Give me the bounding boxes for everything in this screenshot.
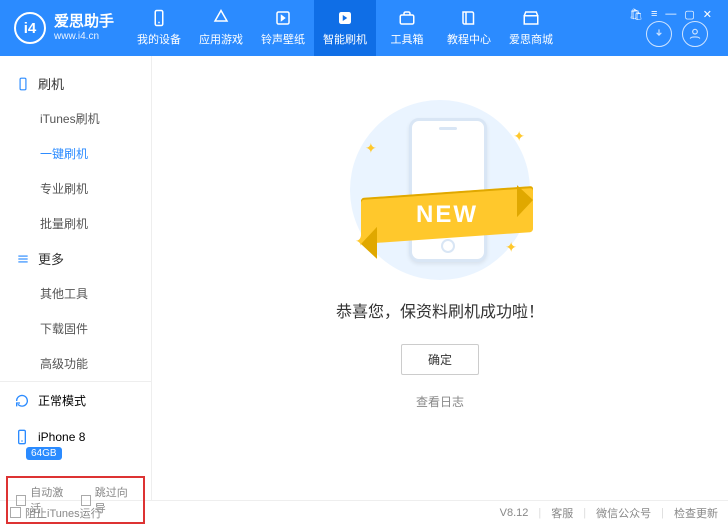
brand-logo-icon: i4 <box>14 12 46 44</box>
close-icon[interactable]: ✕ <box>703 8 712 21</box>
top-nav: 我的设备 应用游戏 铃声壁纸 智能刷机 工具箱 教程中心 爱思商城 <box>128 0 562 56</box>
sidebar-item-advanced[interactable]: 高级功能 <box>0 346 151 381</box>
storage-badge: 64GB <box>26 447 62 460</box>
success-message: 恭喜您，保资料刷机成功啦！ <box>152 298 728 322</box>
nav-store[interactable]: 爱思商城 <box>500 0 562 56</box>
sidebar-item-pro-flash[interactable]: 专业刷机 <box>0 171 151 206</box>
success-illustration: ✦ ✦ ✦ ✦ NEW <box>335 100 545 280</box>
phone-outline-icon <box>16 77 30 91</box>
store-icon <box>522 9 540 27</box>
checkbox-box-icon <box>10 507 21 518</box>
brand-title: 爱思助手 <box>54 14 114 31</box>
version-label: V8.12 <box>500 507 529 519</box>
flash-icon <box>336 9 354 27</box>
sidebar-item-oneclick-flash[interactable]: 一键刷机 <box>0 136 151 171</box>
nav-ringtone-wallpaper[interactable]: 铃声壁纸 <box>252 0 314 56</box>
ok-button[interactable]: 确定 <box>401 344 479 375</box>
header-bar: i4 爱思助手 www.i4.cn 我的设备 应用游戏 铃声壁纸 智能刷机 工具… <box>0 0 728 56</box>
footer-link-update[interactable]: 检查更新 <box>674 505 718 521</box>
nav-my-device[interactable]: 我的设备 <box>128 0 190 56</box>
nav-apps-games[interactable]: 应用游戏 <box>190 0 252 56</box>
nav-smart-flash[interactable]: 智能刷机 <box>314 0 376 56</box>
sparkle-icon: ✦ <box>365 140 377 157</box>
mode-card[interactable]: 正常模式 <box>0 382 151 419</box>
sidebar-item-download-firmware[interactable]: 下载固件 <box>0 311 151 346</box>
device-phone-icon <box>14 429 30 445</box>
minimize-icon[interactable]: — <box>665 8 676 21</box>
footer-link-wechat[interactable]: 微信公众号 <box>596 505 651 521</box>
nav-tutorials[interactable]: 教程中心 <box>438 0 500 56</box>
footer-link-support[interactable]: 客服 <box>551 505 573 521</box>
toolbox-icon <box>398 9 416 27</box>
view-log-link[interactable]: 查看日志 <box>152 393 728 410</box>
cart-icon[interactable]: 🛍 <box>629 8 643 21</box>
sidebar-group-more: 更多 <box>0 241 151 276</box>
sparkle-icon: ✦ <box>513 128 525 145</box>
phone-icon <box>150 9 168 27</box>
hamburger-icon <box>16 252 30 266</box>
user-icon <box>688 27 702 41</box>
sidebar: 刷机 iTunes刷机 一键刷机 专业刷机 批量刷机 更多 其他工具 下载固件 … <box>0 56 152 500</box>
device-name: iPhone 8 <box>38 430 85 444</box>
book-icon <box>460 9 478 27</box>
brand-subtitle: www.i4.cn <box>54 31 114 42</box>
download-icon <box>652 27 666 41</box>
menu-icon[interactable]: ≡ <box>651 8 657 21</box>
apps-icon <box>212 9 230 27</box>
checkbox-block-itunes[interactable]: 阻止iTunes运行 <box>10 505 102 521</box>
window-controls: 🛍 ≡ — ▢ ✕ <box>619 4 722 25</box>
sparkle-icon: ✦ <box>505 239 517 256</box>
refresh-icon <box>14 393 30 409</box>
main-content: ✦ ✦ ✦ ✦ NEW 恭喜您，保资料刷机成功啦！ 确定 查看日志 <box>152 56 728 500</box>
device-card[interactable]: iPhone 8 <box>0 419 151 445</box>
mode-label: 正常模式 <box>38 392 86 409</box>
brand: i4 爱思助手 www.i4.cn <box>0 12 128 44</box>
sidebar-item-other-tools[interactable]: 其他工具 <box>0 276 151 311</box>
sidebar-group-flash: 刷机 <box>0 66 151 101</box>
music-icon <box>274 9 292 27</box>
maximize-icon[interactable]: ▢ <box>684 8 694 21</box>
sidebar-item-itunes-flash[interactable]: iTunes刷机 <box>0 101 151 136</box>
nav-toolbox[interactable]: 工具箱 <box>376 0 438 56</box>
sidebar-item-batch-flash[interactable]: 批量刷机 <box>0 206 151 241</box>
